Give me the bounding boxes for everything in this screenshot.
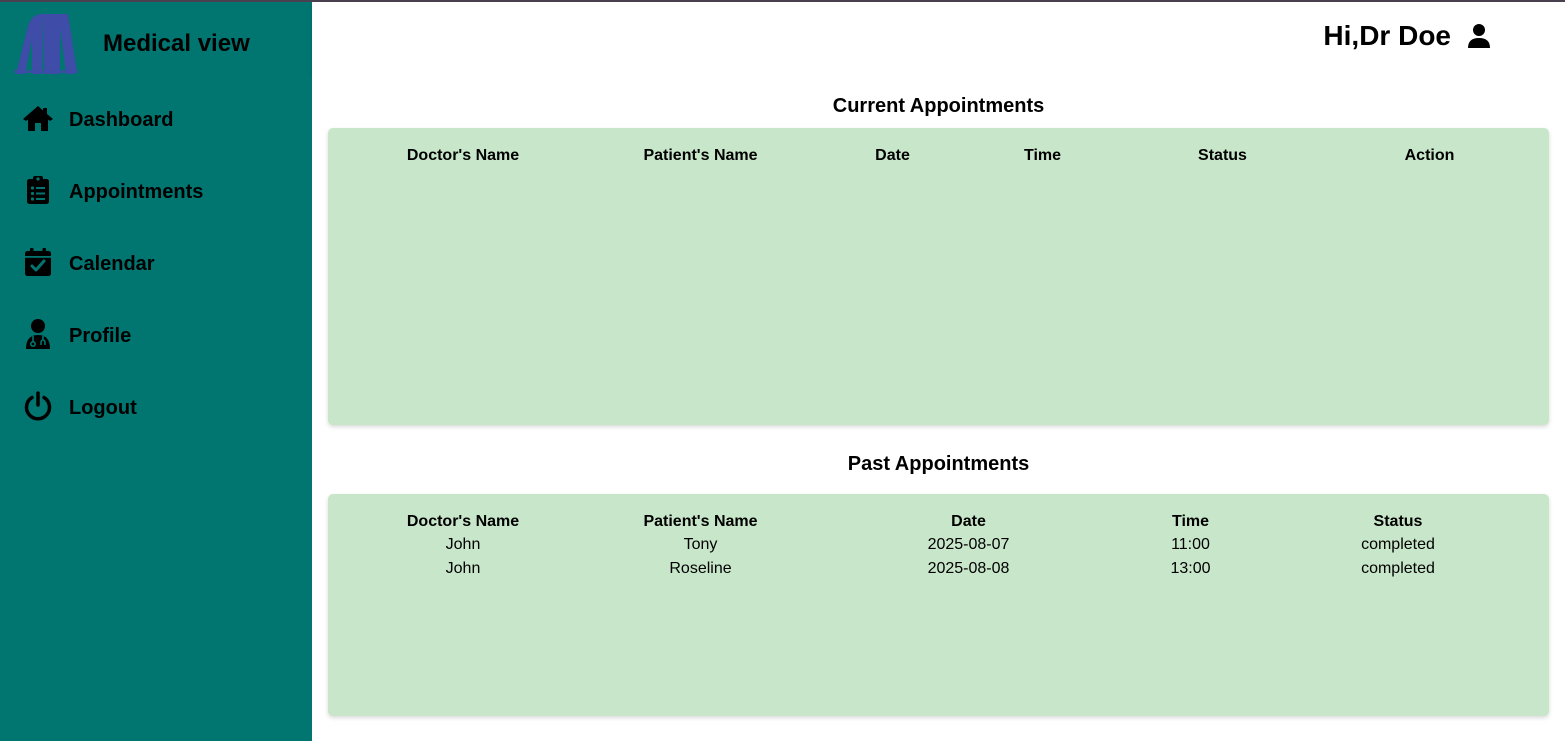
column-header: Action [1404, 147, 1455, 164]
sidebar: Medical view Dashboard Appointments Cale… [0, 2, 312, 741]
user-greeting: Hi,Dr Doe [1323, 20, 1451, 51]
sidebar-nav: Dashboard Appointments Calendar Profile … [0, 90, 312, 450]
column-header: Time [1171, 513, 1210, 530]
current-appointments-panel: Doctor's Name Patient's Name Date Time S… [328, 128, 1549, 425]
doctor-name-cell: John [445, 536, 481, 553]
column-header: Time [1023, 147, 1062, 164]
clipboard-icon [22, 174, 54, 206]
calendar-check-icon [22, 246, 54, 278]
column-header: Date [951, 513, 986, 530]
brand-name: Medical view [103, 30, 250, 57]
past-appointments-title: Past Appointments [847, 453, 1030, 475]
column-header: Patient's Name [643, 147, 758, 164]
column-header: Status [1198, 147, 1247, 164]
sidebar-item-label: Dashboard [69, 109, 174, 131]
column-header: Doctor's Name [406, 513, 520, 530]
time-cell: 13:00 [1170, 560, 1211, 577]
current-appointments-table: Doctor's Name Patient's Name Date Time S… [344, 145, 1533, 167]
sidebar-item-appointments[interactable]: Appointments [0, 162, 312, 234]
brand[interactable]: Medical view [12, 10, 302, 78]
doctor-icon [22, 318, 54, 350]
date-cell: 2025-08-08 [927, 560, 1010, 577]
column-header: Doctor's Name [406, 147, 520, 164]
sidebar-item-calendar[interactable]: Calendar [0, 234, 312, 306]
sidebar-item-logout[interactable]: Logout [0, 378, 312, 450]
doctor-name-cell: John [445, 560, 481, 577]
past-appointments-panel: Doctor's Name Patient's Name Date Time S… [328, 494, 1549, 716]
column-header: Date [875, 147, 910, 164]
sidebar-item-label: Profile [69, 325, 132, 347]
status-cell: completed [1361, 560, 1435, 577]
sidebar-item-label: Calendar [69, 253, 155, 275]
medical-view-logo [14, 14, 78, 74]
current-appointments-title: Current Appointments [832, 95, 1045, 117]
status-cell: completed [1361, 536, 1435, 553]
past-appointments-table: Doctor's Name Patient's Name Date Time S… [344, 511, 1533, 581]
sidebar-item-dashboard[interactable]: Dashboard [0, 90, 312, 162]
patient-name-cell: Tony [683, 536, 718, 553]
sidebar-item-label: Logout [69, 397, 137, 419]
patient-name-cell: Roseline [669, 560, 732, 577]
user-icon[interactable] [1467, 23, 1491, 49]
main-content: Current Appointments Doctor's Name Patie… [312, 76, 1565, 741]
date-cell: 2025-08-07 [927, 536, 1010, 553]
time-cell: 11:00 [1171, 536, 1210, 553]
table-row: John Tony 2025-08-07 11:00 completed [344, 533, 1533, 557]
table-row: John Roseline 2025-08-08 13:00 completed [344, 557, 1533, 581]
column-header: Patient's Name [643, 513, 758, 530]
sidebar-item-label: Appointments [69, 181, 204, 203]
top-header: Hi,Dr Doe [312, 2, 1565, 76]
table-header-row: Doctor's Name Patient's Name Date Time S… [344, 145, 1533, 167]
sidebar-item-profile[interactable]: Profile [0, 306, 312, 378]
table-header-row: Doctor's Name Patient's Name Date Time S… [344, 511, 1533, 533]
column-header: Status [1373, 513, 1423, 530]
power-icon [22, 390, 54, 422]
home-icon [22, 102, 54, 134]
